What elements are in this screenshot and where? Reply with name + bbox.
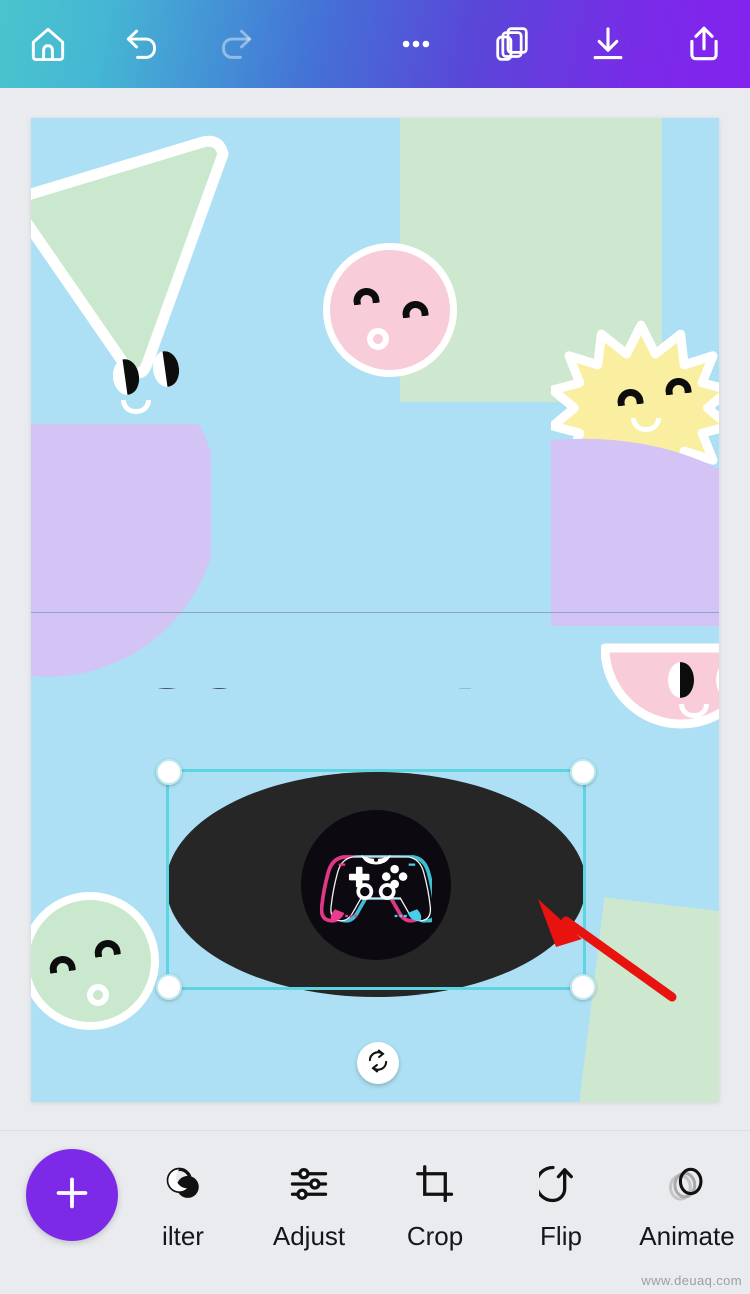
- duplicate-button[interactable]: [478, 10, 546, 78]
- selection-bounding-box[interactable]: [156, 759, 596, 1000]
- tool-list: ilter Adjust Crop Flip Animate: [120, 1153, 750, 1273]
- pink-circle-face[interactable]: [323, 243, 457, 377]
- home-icon: [26, 22, 70, 66]
- tool-flip-label: Flip: [540, 1221, 582, 1251]
- resize-handle-top-left[interactable]: [156, 759, 182, 785]
- sliders-icon: [287, 1153, 331, 1215]
- tool-flip[interactable]: Flip: [498, 1153, 624, 1252]
- top-toolbar: [0, 0, 750, 88]
- green-circle-mouth: [87, 984, 109, 1006]
- tool-adjust[interactable]: Adjust: [246, 1153, 372, 1252]
- redo-button[interactable]: [202, 10, 270, 78]
- resize-handle-bottom-left[interactable]: [156, 974, 182, 1000]
- duplicate-layers-icon: [490, 22, 534, 66]
- share-button[interactable]: [670, 10, 738, 78]
- arc-title-label: 3ONFINITY: [149, 688, 533, 703]
- redo-icon: [214, 22, 258, 66]
- rotate-icon: [365, 1048, 391, 1079]
- top-toolbar-left-group: [14, 10, 270, 78]
- more-options-button[interactable]: [382, 10, 450, 78]
- share-upload-icon: [682, 22, 726, 66]
- resize-handle-bottom-right[interactable]: [570, 974, 596, 1000]
- animate-circles-icon: [665, 1153, 709, 1215]
- bottom-toolbar: ilter Adjust Crop Flip Animate www.deuaq…: [0, 1130, 750, 1294]
- top-toolbar-right-group: [382, 10, 738, 78]
- purple-quarter-circle[interactable]: [31, 418, 211, 678]
- filter-circles-icon: [161, 1153, 205, 1215]
- semicircle-eye-left: [668, 662, 694, 698]
- tool-filter[interactable]: ilter: [120, 1153, 246, 1252]
- tool-adjust-label: Adjust: [272, 1221, 346, 1251]
- more-horizontal-icon: [394, 22, 438, 66]
- pink-circle-mouth: [367, 328, 389, 350]
- subtitle-label: AND BEYOND!: [251, 993, 504, 1001]
- tool-animate[interactable]: Animate: [624, 1153, 750, 1252]
- download-button[interactable]: [574, 10, 642, 78]
- undo-button[interactable]: [108, 10, 176, 78]
- site-watermark: www.deuaq.com: [641, 1273, 742, 1288]
- tool-filter-label: ilter: [162, 1221, 204, 1251]
- crop-icon: [413, 1153, 457, 1215]
- resize-handle-top-right[interactable]: [570, 759, 596, 785]
- home-button[interactable]: [14, 10, 82, 78]
- plus-icon: [49, 1170, 95, 1221]
- green-triangle-face[interactable]: [31, 128, 251, 388]
- tool-crop[interactable]: Crop: [372, 1153, 498, 1252]
- add-element-button[interactable]: [26, 1149, 118, 1241]
- triangle-mouth: [121, 400, 151, 414]
- tool-animate-label: Animate: [639, 1221, 735, 1251]
- alignment-guide-line: [31, 612, 719, 613]
- purple-shape-right[interactable]: [541, 438, 719, 628]
- design-canvas[interactable]: 3ONFINITY: [31, 118, 719, 1102]
- download-icon: [586, 22, 630, 66]
- pink-semicircle-face[interactable]: [601, 642, 719, 752]
- tool-crop-label: Crop: [406, 1221, 464, 1251]
- undo-icon: [120, 22, 164, 66]
- app-root: 3ONFINITY: [0, 0, 750, 1294]
- flip-icon: [539, 1153, 583, 1215]
- green-circle-face[interactable]: [31, 892, 159, 1030]
- rotate-handle[interactable]: [357, 1042, 399, 1084]
- green-rotated-rectangle[interactable]: [578, 897, 719, 1102]
